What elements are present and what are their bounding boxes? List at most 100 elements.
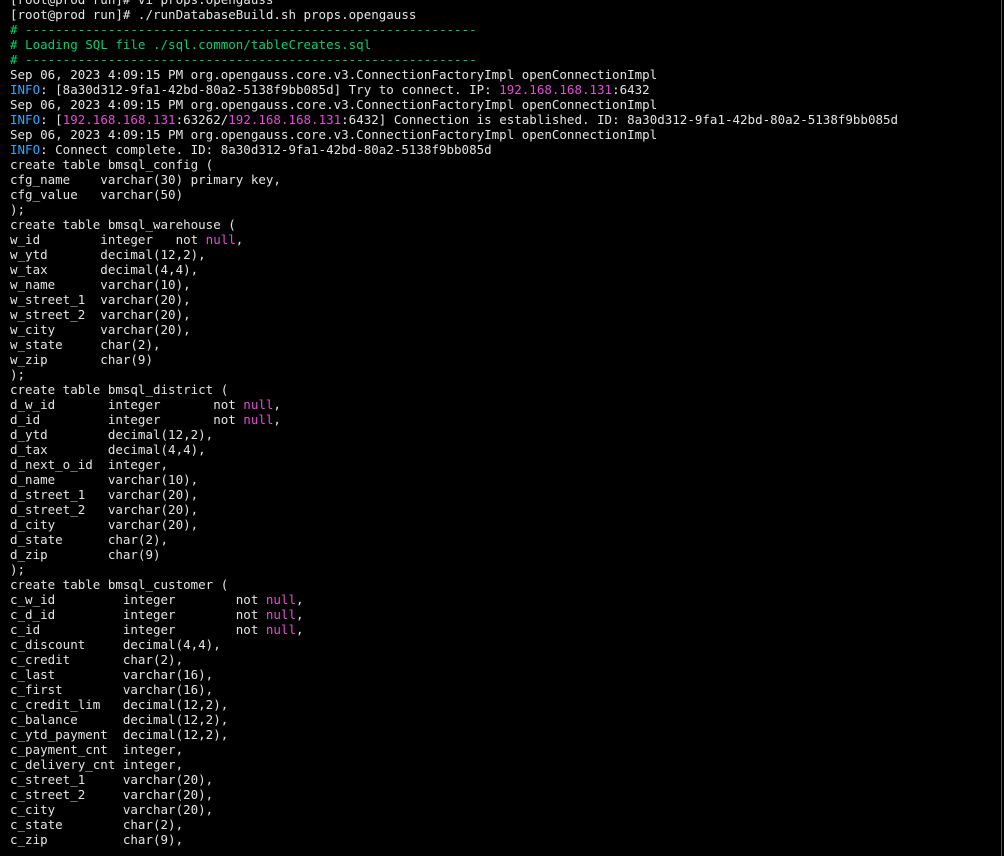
terminal-line: d_city varchar(20), (10, 517, 1004, 532)
line-text: c_state char(2), (10, 817, 184, 832)
line-text: d_ytd decimal(12,2), (10, 427, 214, 442)
line-text: ); (10, 367, 26, 382)
line-text: [root@prod run]# vi props.opengauss (10, 0, 273, 7)
terminal-line: w_ytd decimal(12,2), (10, 247, 1004, 262)
terminal-line: ); (10, 562, 1004, 577)
line-text: :6432] Connection is established. ID: 8a… (341, 112, 899, 127)
terminal-line: c_d_id integer not null, (10, 607, 1004, 622)
line-text: : [8a30d312-9fa1-42bd-80a2-5138f9bb085d]… (40, 82, 500, 97)
terminal-output[interactable]: [root@prod run]# vi props.opengauss[root… (10, 0, 1004, 847)
terminal-line: d_id integer not null, (10, 412, 1004, 427)
terminal-line: d_next_o_id integer, (10, 457, 1004, 472)
line-text: w_street_1 varchar(20), (10, 292, 191, 307)
terminal-line: INFO: Connect complete. ID: 8a30d312-9fa… (10, 142, 1004, 157)
terminal-line: ); (10, 202, 1004, 217)
line-text: w_name varchar(10), (10, 277, 191, 292)
terminal-line: c_state char(2), (10, 817, 1004, 832)
line-text: d_city varchar(20), (10, 517, 199, 532)
line-text: c_last varchar(16), (10, 667, 214, 682)
line-text: c_street_1 varchar(20), (10, 772, 214, 787)
terminal-line: Sep 06, 2023 4:09:15 PM org.opengauss.co… (10, 127, 1004, 142)
terminal-line: c_first varchar(16), (10, 682, 1004, 697)
log-level-label: INFO (10, 142, 41, 157)
line-text: w_state char(2), (10, 337, 161, 352)
terminal-line: c_street_2 varchar(20), (10, 787, 1004, 802)
terminal-line: create table bmsql_config ( (10, 157, 1004, 172)
line-text: :63262/ (175, 112, 229, 127)
terminal-line: w_tax decimal(4,4), (10, 262, 1004, 277)
terminal-line: create table bmsql_district ( (10, 382, 1004, 397)
terminal-line: [root@prod run]# ./runDatabaseBuild.sh p… (10, 7, 1004, 22)
terminal-line: w_zip char(9) (10, 352, 1004, 367)
line-text: Sep 06, 2023 4:09:15 PM org.opengauss.co… (10, 127, 658, 142)
terminal-line: d_name varchar(10), (10, 472, 1004, 487)
line-text: create table bmsql_config ( (10, 157, 214, 172)
line-text: ); (10, 202, 26, 217)
terminal-line: create table bmsql_warehouse ( (10, 217, 1004, 232)
line-text: , (295, 622, 304, 637)
line-text: Sep 06, 2023 4:09:15 PM org.opengauss.co… (10, 97, 658, 112)
line-text: d_id integer not (10, 412, 244, 427)
comment-text: # Loading SQL file ./sql.common/tableCre… (10, 37, 372, 52)
line-text: , (273, 397, 281, 412)
terminal-line: cfg_name varchar(30) primary key, (10, 172, 1004, 187)
terminal-line: c_ytd_payment decimal(12,2), (10, 727, 1004, 742)
highlighted-token: null (243, 412, 274, 427)
line-text: w_city varchar(20), (10, 322, 191, 337)
line-text: [root@prod run]# ./runDatabaseBuild.sh p… (10, 7, 417, 22)
terminal-line: c_id integer not null, (10, 622, 1004, 637)
line-text: c_w_id integer not (10, 592, 266, 607)
line-text: w_tax decimal(4,4), (10, 262, 199, 277)
line-text: d_street_1 varchar(20), (10, 487, 199, 502)
line-text: w_ytd decimal(12,2), (10, 247, 206, 262)
line-text: c_ytd_payment decimal(12,2), (10, 727, 229, 742)
terminal-line: cfg_value varchar(50) (10, 187, 1004, 202)
terminal-line: d_tax decimal(4,4), (10, 442, 1004, 457)
log-level-label: INFO (10, 112, 41, 127)
line-text: c_street_2 varchar(20), (10, 787, 214, 802)
terminal-line: Sep 06, 2023 4:09:15 PM org.opengauss.co… (10, 67, 1004, 82)
terminal-line: w_state char(2), (10, 337, 1004, 352)
terminal-line: w_street_1 varchar(20), (10, 292, 1004, 307)
line-text: d_tax decimal(4,4), (10, 442, 206, 457)
terminal-window[interactable]: [root@prod run]# vi props.opengauss[root… (0, 0, 1004, 856)
line-text: : Connect complete. ID: 8a30d312-9fa1-42… (40, 142, 492, 157)
line-text: c_delivery_cnt integer, (10, 757, 184, 772)
terminal-line: d_zip char(9) (10, 547, 1004, 562)
terminal-line: Sep 06, 2023 4:09:15 PM org.opengauss.co… (10, 97, 1004, 112)
line-text: c_payment_cnt integer, (10, 742, 184, 757)
terminal-line: c_w_id integer not null, (10, 592, 1004, 607)
line-text: w_id integer not (10, 232, 206, 247)
line-text: , (273, 412, 281, 427)
terminal-line: INFO: [8a30d312-9fa1-42bd-80a2-5138f9bb0… (10, 82, 1004, 97)
highlighted-token: null (205, 232, 236, 247)
log-level-label: INFO (10, 82, 41, 97)
terminal-line: c_last varchar(16), (10, 667, 1004, 682)
terminal-line: c_balance decimal(12,2), (10, 712, 1004, 727)
terminal-line: c_credit_lim decimal(12,2), (10, 697, 1004, 712)
terminal-line: d_street_2 varchar(20), (10, 502, 1004, 517)
line-text: w_zip char(9) (10, 352, 153, 367)
terminal-line: w_city varchar(20), (10, 322, 1004, 337)
terminal-line: c_delivery_cnt integer, (10, 757, 1004, 772)
terminal-line: [root@prod run]# vi props.opengauss (10, 0, 1004, 7)
terminal-line: # --------------------------------------… (10, 52, 1004, 67)
terminal-line: c_payment_cnt integer, (10, 742, 1004, 757)
line-text: cfg_value varchar(50) (10, 187, 184, 202)
terminal-line: create table bmsql_customer ( (10, 577, 1004, 592)
line-text: d_name varchar(10), (10, 472, 199, 487)
line-text: c_zip char(9), (10, 832, 184, 847)
highlighted-token: null (265, 592, 296, 607)
highlighted-token: 192.168.168.131 (228, 112, 342, 127)
line-text: cfg_name varchar(30) primary key, (10, 172, 281, 187)
line-text: d_street_2 varchar(20), (10, 502, 199, 517)
line-text: , (295, 592, 304, 607)
line-text: c_first varchar(16), (10, 682, 214, 697)
line-text: c_city varchar(20), (10, 802, 214, 817)
line-text: c_discount decimal(4,4), (10, 637, 221, 652)
line-text: ); (10, 562, 26, 577)
window-border (1001, 0, 1002, 856)
terminal-line: d_state char(2), (10, 532, 1004, 547)
terminal-line: w_street_2 varchar(20), (10, 307, 1004, 322)
line-text: create table bmsql_warehouse ( (10, 217, 236, 232)
